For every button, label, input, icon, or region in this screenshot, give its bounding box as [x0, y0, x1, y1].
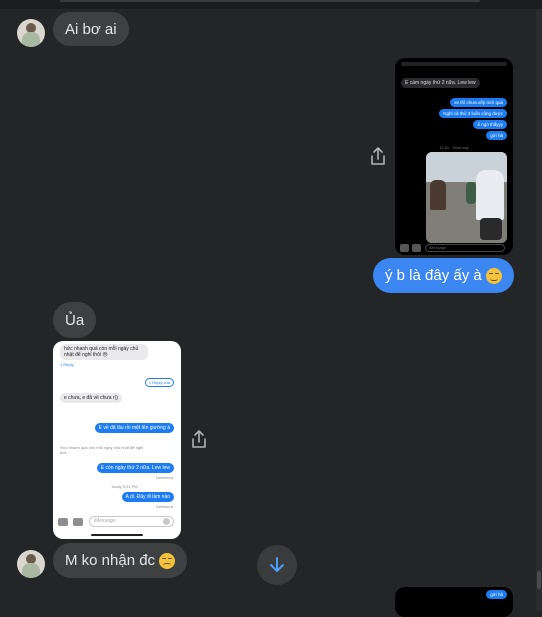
scrollbar[interactable] — [536, 9, 542, 611]
status-bar — [401, 62, 507, 66]
scrollbar-thumb[interactable] — [537, 571, 541, 589]
image-attachment-screenshot[interactable]: E cám ngày thứ 2 nữa. Lew lew xe thì chư… — [395, 58, 513, 255]
screenshot-outgoing-bubble: A di. Đây đi làm nào — [121, 492, 174, 502]
message-text: M ko nhận đc — [65, 552, 156, 569]
screenshot-delivered-label: Delivered — [156, 504, 173, 509]
screenshot-delivered-label: Delivered — [156, 475, 173, 480]
photo-motorbike — [480, 218, 502, 240]
screenshot-reply-link: 1 Reply — [60, 362, 74, 367]
scroll-to-bottom-button[interactable] — [257, 545, 297, 585]
message-bubble-incoming[interactable]: Ủa — [53, 302, 97, 338]
message-text: ý b là đây ấy à — [385, 267, 482, 284]
screenshot-outgoing-bubble: gửi hả — [486, 590, 507, 599]
screenshot-reply-context: Hức nhanh quá còn mỗi ngày chủ nhật để n… — [60, 445, 144, 455]
screenshot-input-field: iMessage — [425, 244, 505, 252]
message-text: Ai bơ ai — [65, 20, 117, 38]
message-bubble-incoming[interactable]: Ai bơ ai — [53, 12, 129, 46]
screenshot-outgoing-bubble: E về đã lâu rồi mệt lên giường á — [94, 423, 174, 433]
street-photo — [426, 152, 507, 243]
app-store-icon — [73, 518, 83, 526]
avatar-body — [22, 32, 40, 47]
photo-rider — [466, 182, 476, 204]
message-text: Ủa — [65, 311, 85, 329]
screenshot-incoming-bubble: hức nhanh quá còn mỗi ngày chủ nhật để n… — [60, 344, 148, 360]
avatar[interactable] — [17, 19, 45, 47]
photo-rider — [430, 180, 446, 210]
microphone-icon — [163, 518, 170, 525]
screenshot-timestamp: 11:51 · Hôm nay — [439, 145, 469, 150]
app-store-icon — [412, 244, 421, 252]
screenshot-outgoing-bubble: E còn ngày thứ 2 nữa. Lew lew — [96, 463, 174, 473]
image-attachment-screenshot[interactable]: hức nhanh quá còn mỗi ngày chủ nhật để n… — [53, 341, 181, 539]
avatar-body — [22, 563, 40, 578]
screenshot-incoming-bubble: E cám ngày thứ 2 nữa. Lew lew — [401, 78, 480, 88]
image-attachment-screenshot[interactable]: gửi hả — [395, 587, 513, 617]
screenshot-input-bar: iMessage — [400, 244, 508, 253]
camera-icon — [400, 244, 409, 252]
screenshot-input-placeholder: iMessage — [94, 518, 116, 524]
disappointed-face-icon — [159, 552, 176, 569]
screenshot-outgoing-bubble: gửi hả — [486, 131, 507, 140]
message-bubble-incoming[interactable]: M ko nhận đc — [53, 543, 188, 578]
avatar[interactable] — [17, 550, 45, 578]
screenshot-input-field: iMessage — [89, 516, 174, 527]
top-strip — [0, 0, 542, 9]
screenshot-quote-box: 1 Reply của — [144, 378, 174, 387]
home-indicator — [91, 534, 143, 536]
screenshot-outgoing-bubble: ể ngò thấyyy — [473, 120, 507, 129]
arrow-down-icon — [270, 557, 284, 572]
camera-icon — [58, 518, 68, 526]
top-divider — [60, 0, 480, 2]
share-icon[interactable] — [188, 428, 210, 450]
unamused-face-icon — [485, 267, 502, 284]
screenshot-incoming-bubble: e chưa, e đã về chưa r() — [60, 393, 122, 403]
message-bubble-outgoing[interactable]: ý b là đây ấy à — [373, 258, 514, 293]
screenshot-outgoing-bubble: xe thì chưa xếp mới quá — [450, 98, 507, 107]
photo-rider — [476, 170, 504, 220]
screenshot-timestamp: Today 9:21 PM — [111, 484, 138, 489]
screenshot-outgoing-bubble: Nghỉ cả thứ 3 luôn cũng được — [439, 109, 507, 118]
share-icon[interactable] — [367, 145, 389, 167]
